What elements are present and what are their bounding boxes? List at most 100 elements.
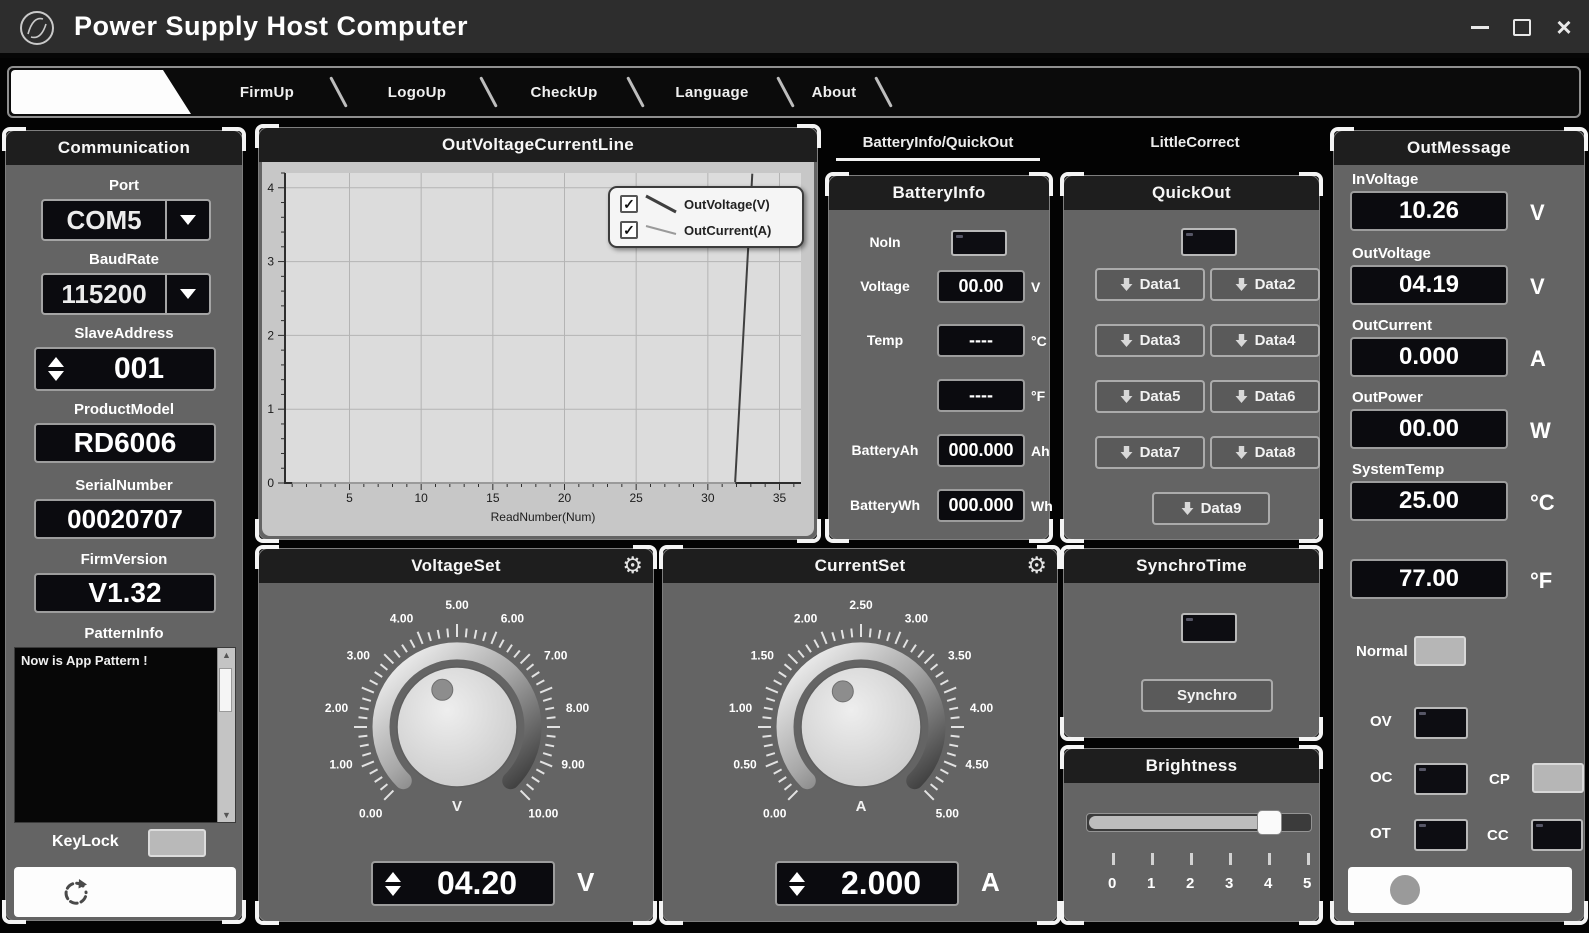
quickout-button-data1[interactable]: Data1 (1095, 268, 1205, 301)
scroll-up-icon[interactable]: ▲ (222, 650, 231, 660)
quickout-button-data8[interactable]: Data8 (1210, 436, 1320, 469)
scrollbar-thumb[interactable] (219, 668, 232, 712)
slave-address-stepper[interactable] (48, 357, 64, 381)
svg-text:25: 25 (629, 491, 643, 505)
status-label-oc: OC (1370, 769, 1393, 786)
battery-value-display: 000.000 (937, 489, 1025, 522)
svg-text:10.00: 10.00 (528, 806, 558, 820)
quickout-button-label: Data8 (1254, 444, 1296, 461)
battery-row-label: NoIn (869, 234, 901, 250)
menu-tab-about[interactable]: About (812, 68, 857, 116)
menu-separator (479, 76, 498, 108)
current-set-field[interactable]: 2.000 (775, 861, 959, 906)
download-arrow-icon (1235, 334, 1248, 347)
baudrate-value: 115200 (61, 278, 147, 309)
step-up-icon[interactable] (385, 871, 401, 882)
gear-icon[interactable]: ⚙ (1026, 552, 1047, 579)
download-arrow-icon (1235, 446, 1248, 459)
brightness-slider-fill (1089, 816, 1278, 829)
battery-value-display: ---- (937, 324, 1025, 357)
port-select[interactable]: COM5 (41, 199, 211, 241)
quickout-button-data7[interactable]: Data7 (1095, 436, 1205, 469)
legend-checkbox[interactable]: ✓ (620, 195, 638, 213)
voltage-knob[interactable]: 0.00 1.00 2.00 3.00 4.00 5.00 6.00 7.00 8.00 9.00… (302, 595, 612, 855)
step-down-icon[interactable] (385, 885, 401, 896)
refresh-button[interactable] (14, 867, 236, 917)
minimize-button[interactable] (1463, 14, 1497, 40)
tab-batteryinfo-quickout[interactable]: BatteryInfo/QuickOut (838, 134, 1038, 151)
svg-text:0: 0 (267, 476, 274, 490)
step-up-icon[interactable] (48, 357, 64, 367)
voltage-set-title: VoltageSet (411, 556, 501, 575)
out-message-value-display: 10.26 (1350, 191, 1508, 231)
current-set-title: CurrentSet (814, 556, 906, 575)
baudrate-dropdown-arrow-icon[interactable] (165, 275, 209, 313)
slave-address-field[interactable]: 001 (34, 347, 216, 391)
menu-tab-active[interactable] (11, 70, 191, 114)
menu-tab-firmup[interactable]: FirmUp (240, 68, 294, 116)
corner-bracket (633, 901, 657, 925)
brightness-tick (1229, 853, 1232, 865)
title-bar: Power Supply Host Computer × (0, 0, 1589, 58)
svg-text:4: 4 (267, 181, 274, 195)
download-arrow-icon (1120, 446, 1133, 459)
baudrate-label: BaudRate (88, 251, 159, 268)
step-down-icon[interactable] (789, 885, 805, 896)
status-indicator-normal (1414, 636, 1466, 666)
pattern-info-scrollbar[interactable]: ▲ ▼ (217, 648, 235, 822)
step-up-icon[interactable] (789, 871, 805, 882)
scroll-down-icon[interactable]: ▼ (222, 810, 231, 820)
out-message-value-display: 04.19 (1350, 265, 1508, 305)
legend-checkbox[interactable]: ✓ (620, 221, 638, 239)
quickout-button-data9[interactable]: Data9 (1152, 492, 1270, 525)
port-value: COM5 (66, 204, 142, 235)
svg-text:15: 15 (486, 491, 500, 505)
app-window: Power Supply Host Computer × FirmUp LogoU… (0, 0, 1589, 933)
maximize-button[interactable] (1505, 14, 1539, 40)
battery-unit-label: Wh (1031, 498, 1053, 514)
svg-text:30: 30 (701, 491, 715, 505)
gear-icon[interactable]: ⚙ (622, 552, 643, 579)
current-set-value: 2.000 (840, 865, 922, 901)
maximize-icon (1513, 18, 1531, 36)
menu-tab-checkup[interactable]: CheckUp (530, 68, 597, 116)
brightness-tick (1307, 853, 1310, 865)
output-power-button[interactable] (1348, 867, 1572, 913)
svg-text:2: 2 (267, 328, 274, 342)
legend-label: OutCurrent(A) (684, 222, 772, 238)
brightness-tick (1190, 853, 1193, 865)
menu-separator (776, 76, 795, 108)
quickout-button-data3[interactable]: Data3 (1095, 324, 1205, 357)
quickout-button-data6[interactable]: Data6 (1210, 380, 1320, 413)
power-dot-icon (1390, 875, 1420, 905)
menu-separator (626, 76, 645, 108)
download-arrow-icon (1235, 278, 1248, 291)
current-knob[interactable]: 0.00 0.50 1.00 1.50 2.00 2.50 3.00 3.50 4.00 4.50… (706, 595, 1016, 855)
quickout-button-label: Data7 (1139, 444, 1181, 461)
battery-unit-label: Ah (1031, 443, 1050, 459)
close-button[interactable]: × (1547, 12, 1581, 42)
tab-littlecorrect[interactable]: LittleCorrect (1130, 134, 1260, 151)
current-set-stepper[interactable] (789, 871, 805, 896)
quickout-button-data5[interactable]: Data5 (1095, 380, 1205, 413)
baudrate-select[interactable]: 115200 (41, 273, 211, 315)
menu-tab-language[interactable]: Language (675, 68, 748, 116)
port-dropdown-arrow-icon[interactable] (165, 201, 209, 239)
brightness-slider-handle[interactable] (1257, 810, 1282, 835)
voltage-set-field[interactable]: 04.20 (371, 861, 555, 906)
step-down-icon[interactable] (48, 371, 64, 381)
quickout-button-data2[interactable]: Data2 (1210, 268, 1320, 301)
product-model-display: RD6006 (34, 423, 216, 463)
voltage-set-stepper[interactable] (385, 871, 401, 896)
voltage-set-header: VoltageSet (259, 549, 653, 583)
keylock-toggle[interactable] (148, 829, 206, 857)
synchro-button-label: Synchro (1176, 687, 1237, 704)
chart-panel: OutVoltageCurrentLine 5 10 15 20 25 30 35 0 1 2 3 4… (255, 124, 821, 543)
chart-legend: ✓ OutVoltage(V) ✓ OutCurrent(A) (608, 186, 804, 248)
pattern-info-box[interactable]: Now is App Pattern ! ▲ ▼ (14, 647, 236, 823)
quickout-button-data4[interactable]: Data4 (1210, 324, 1320, 357)
out-message-unit-label: A (1530, 346, 1546, 371)
menu-tab-logoup[interactable]: LogoUp (388, 68, 446, 116)
synchro-button[interactable]: Synchro (1141, 679, 1273, 712)
battery-value-display: 000.000 (937, 434, 1025, 467)
